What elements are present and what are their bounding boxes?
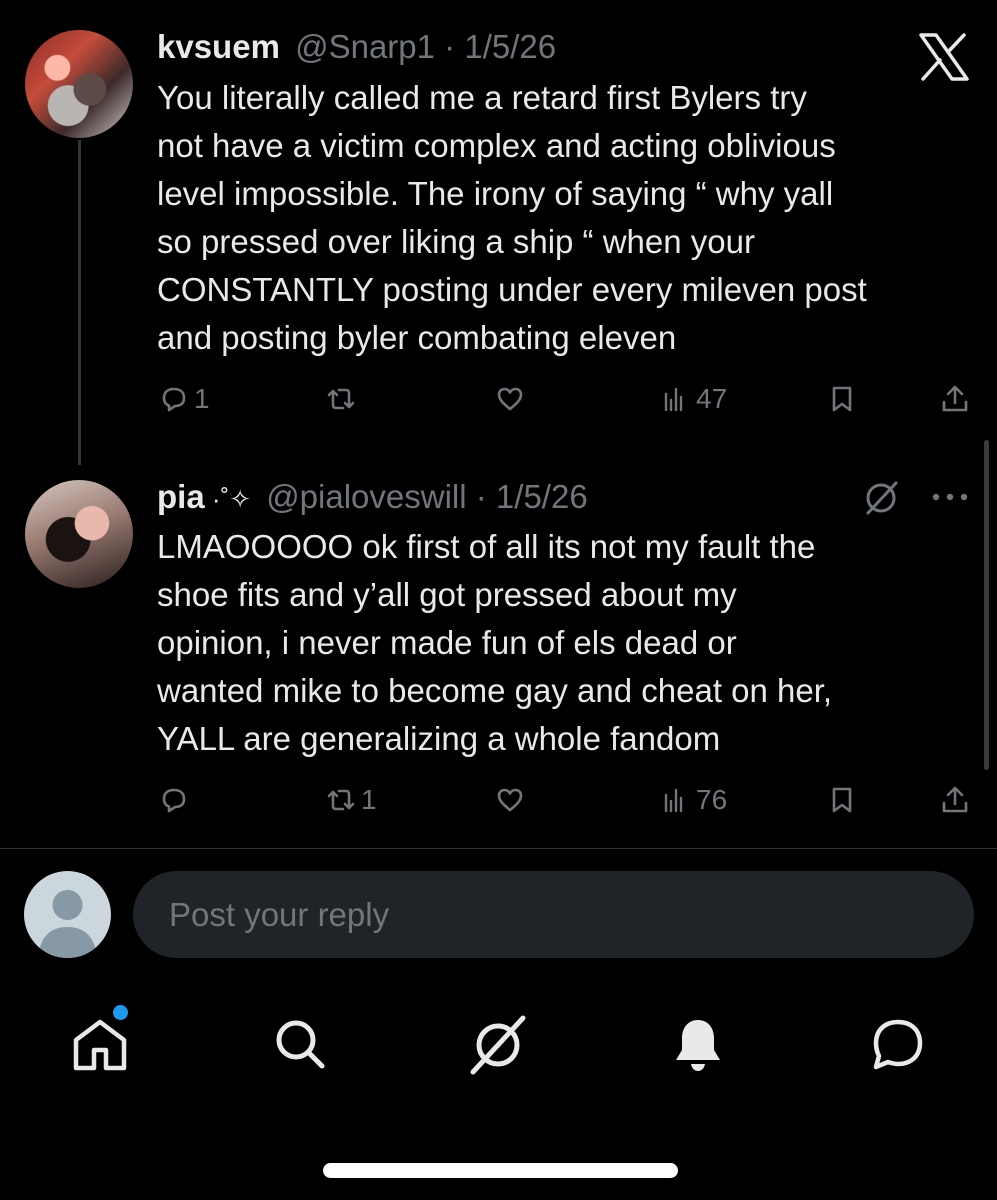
scrollbar[interactable] — [984, 440, 989, 770]
share-button[interactable] — [939, 383, 971, 415]
repost-button[interactable] — [325, 383, 361, 415]
tweet-line: shoe fits and y’all got pressed about my — [157, 576, 737, 613]
tweet-actions: 1 76 — [0, 784, 997, 824]
tweet-line: You literally called me a retard first B… — [157, 79, 807, 116]
notifications-icon — [676, 1020, 720, 1071]
x-logo[interactable] — [918, 33, 970, 81]
tweet-header: kvsuem @Snarp1 · 1/5/26 — [157, 27, 556, 67]
bookmark-icon — [832, 386, 852, 412]
nav-search[interactable] — [268, 1012, 332, 1076]
display-name[interactable]: pia — [157, 478, 205, 515]
display-name[interactable]: kvsuem — [157, 28, 280, 65]
repost-icon — [327, 789, 355, 811]
separator: · — [466, 478, 496, 515]
tweet-line: so pressed over liking a ship “ when you… — [157, 223, 755, 260]
views-icon — [664, 387, 683, 412]
reply-avatar[interactable] — [24, 871, 111, 958]
reply-button[interactable] — [158, 784, 194, 816]
home-indicator — [323, 1163, 678, 1178]
reply-composer[interactable] — [133, 871, 974, 958]
tweet-line: and posting byler combating eleven — [157, 319, 677, 356]
grok-button[interactable] — [862, 477, 902, 517]
reply-count: 1 — [194, 383, 210, 414]
view-count: 76 — [696, 784, 728, 815]
tweet-text: LMAOOOOO ok first of all its not my faul… — [157, 523, 832, 763]
tweet-header: pia ·˚✧ @pialoveswill · 1/5/26 — [157, 477, 588, 519]
repost-button[interactable]: 1 — [325, 784, 377, 816]
home-icon — [73, 1019, 127, 1071]
reply-input[interactable] — [167, 894, 931, 935]
grok-icon — [866, 481, 898, 515]
bookmark-button[interactable] — [826, 784, 858, 816]
reply-button[interactable]: 1 — [158, 383, 210, 415]
grok-nav-icon — [470, 1015, 526, 1075]
bookmark-button[interactable] — [826, 383, 858, 415]
tweet-line: level impossible. The irony of saying “ … — [157, 175, 834, 212]
avatar-kvsuem[interactable] — [25, 30, 133, 138]
search-icon — [276, 1020, 325, 1069]
views-icon — [664, 788, 683, 813]
default-avatar-icon — [38, 890, 97, 958]
like-button[interactable] — [494, 784, 526, 816]
name-decoration: ·˚✧ — [204, 484, 252, 514]
divider — [0, 848, 997, 849]
share-icon — [942, 786, 968, 813]
more-icon — [932, 493, 968, 501]
repost-icon — [327, 388, 355, 410]
more-options-button[interactable] — [928, 490, 972, 504]
nav-home[interactable] — [68, 1012, 132, 1076]
like-button[interactable] — [494, 383, 526, 415]
post-date[interactable]: 1/5/26 — [464, 28, 556, 65]
like-icon — [497, 387, 523, 411]
reply-icon — [162, 387, 186, 412]
nav-grok[interactable] — [467, 1012, 531, 1076]
tweet-text: You literally called me a retard first B… — [157, 74, 867, 362]
tweet-line: YALL are generalizing a whole fandom — [157, 720, 721, 757]
tweet-line: not have a victim complex and acting obl… — [157, 127, 836, 164]
tweet-actions: 1 47 — [0, 383, 997, 423]
repost-count: 1 — [361, 784, 377, 815]
view-count: 47 — [696, 383, 728, 414]
nav-notifications[interactable] — [666, 1012, 730, 1076]
views-button[interactable]: 76 — [660, 784, 727, 816]
tweet-line: opinion, i never made fun of els dead or — [157, 624, 737, 661]
handle[interactable]: @Snarp1 — [295, 28, 435, 65]
bookmark-icon — [832, 787, 852, 813]
separator: · — [435, 28, 465, 65]
like-icon — [497, 788, 523, 812]
nav-messages[interactable] — [866, 1012, 930, 1076]
tweet-line: CONSTANTLY posting under every mileven p… — [157, 271, 867, 308]
notification-dot — [113, 1005, 128, 1020]
post-date[interactable]: 1/5/26 — [496, 478, 588, 515]
share-button[interactable] — [939, 784, 971, 816]
tweet-line: wanted mike to become gay and cheat on h… — [157, 672, 833, 709]
reply-icon — [162, 788, 186, 813]
tweet-line: LMAOOOOO ok first of all its not my faul… — [157, 528, 816, 565]
share-icon — [942, 385, 968, 412]
views-button[interactable]: 47 — [660, 383, 727, 415]
messages-icon — [873, 1019, 923, 1070]
handle[interactable]: @pialoveswill — [266, 478, 466, 515]
avatar-pia[interactable] — [25, 480, 133, 588]
